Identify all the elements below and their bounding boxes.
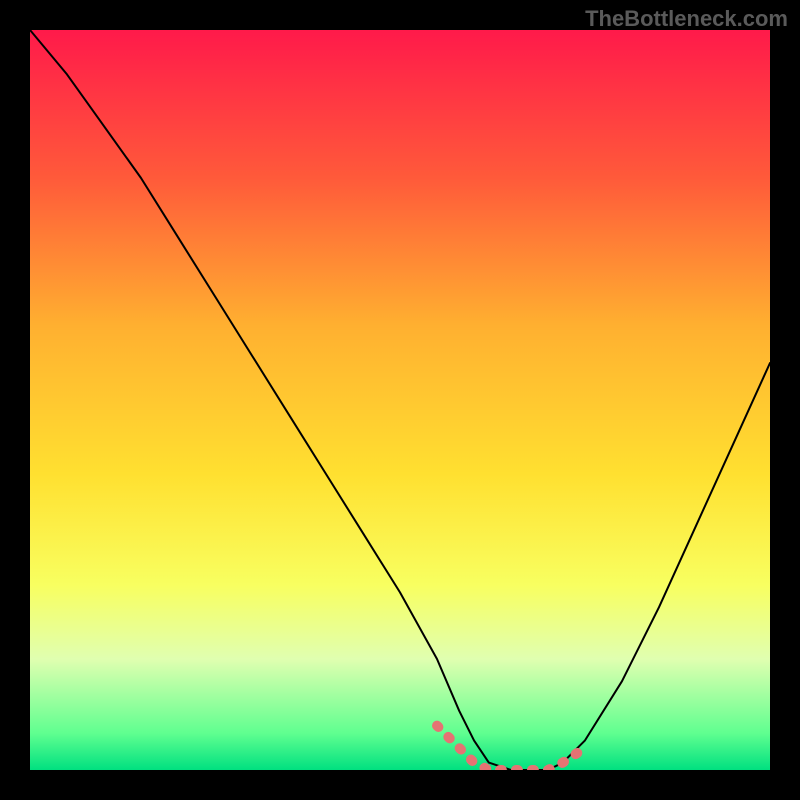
watermark-text: TheBottleneck.com <box>585 6 788 32</box>
bottleneck-chart <box>30 30 770 770</box>
chart-svg <box>30 30 770 770</box>
plot-background <box>30 30 770 770</box>
